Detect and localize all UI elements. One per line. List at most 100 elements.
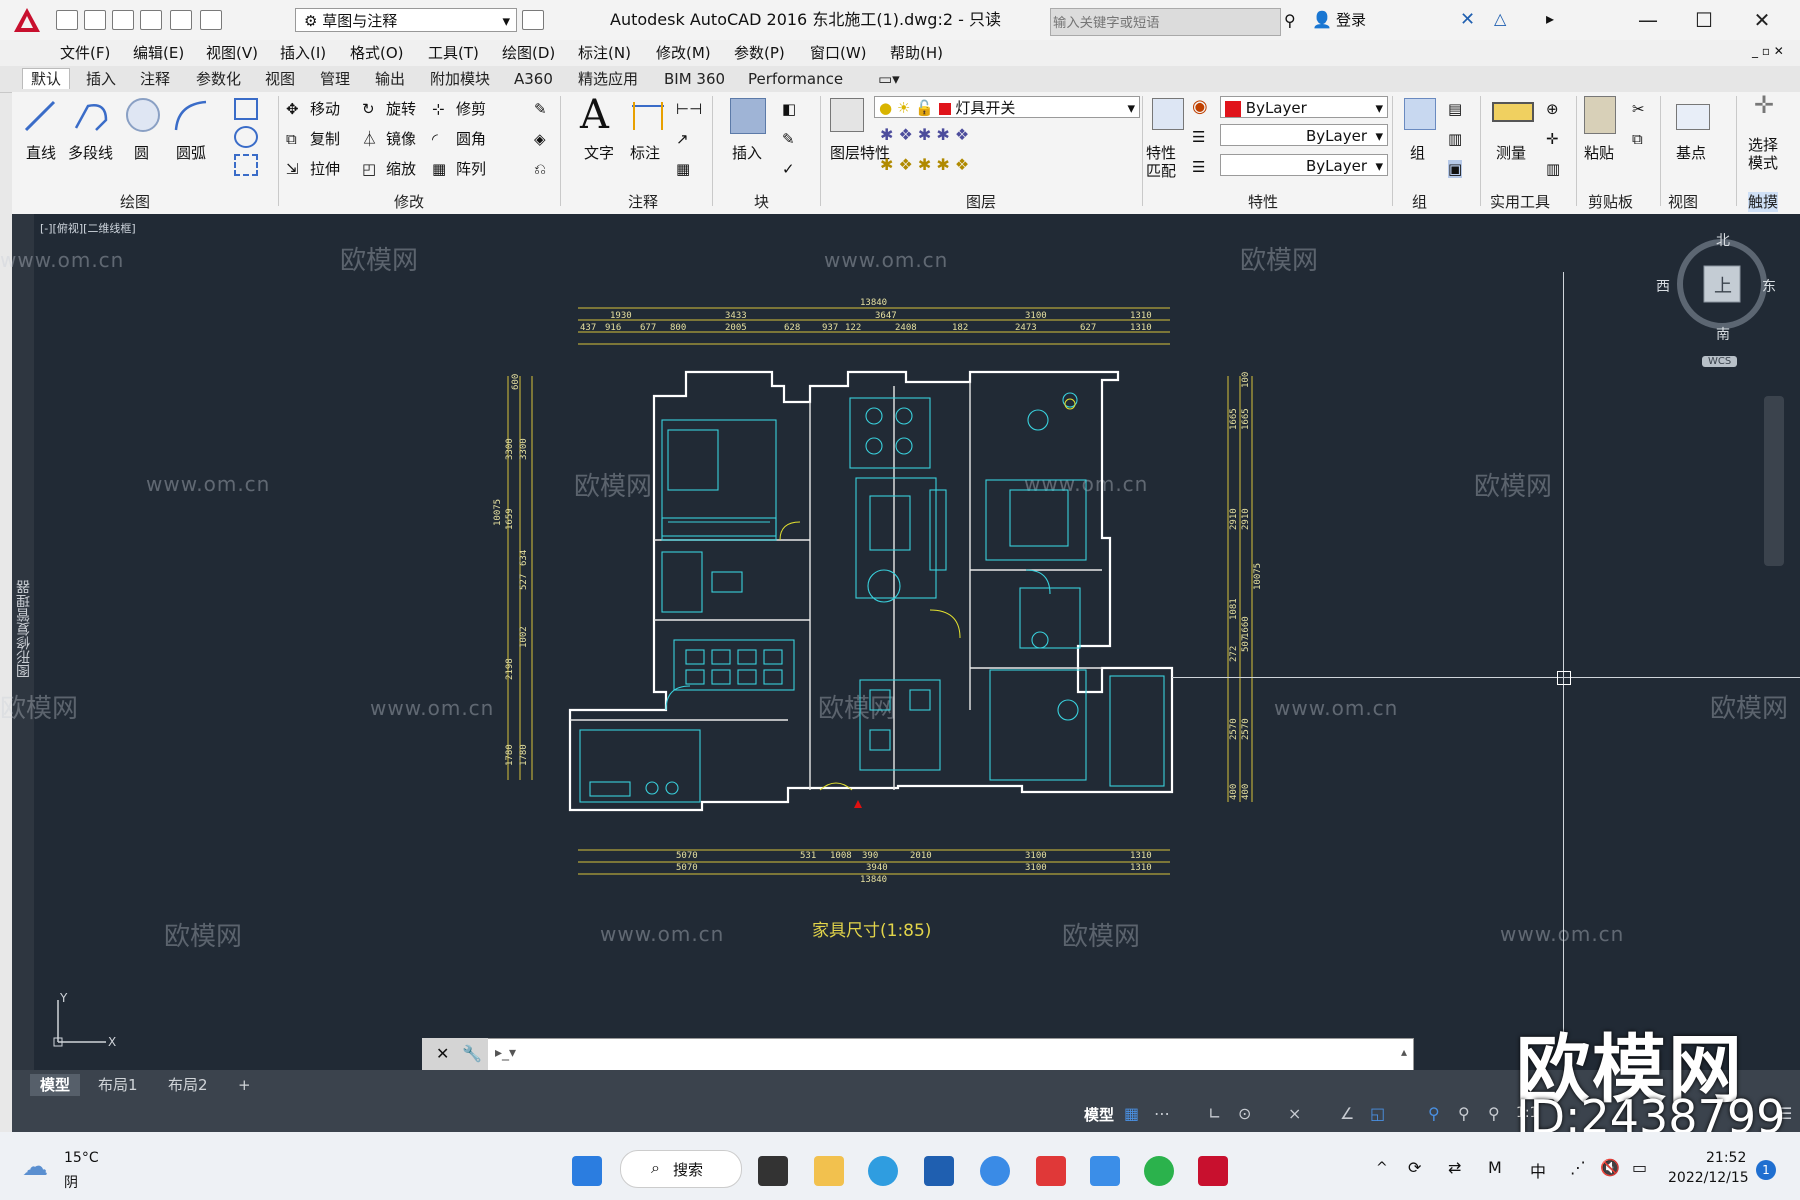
compass-east[interactable]: 东 [1762,276,1776,296]
copy-clip-icon[interactable]: ⧉ [1632,130,1643,148]
rotate-tool-label[interactable]: 旋转 [386,100,416,118]
dimension-tool-label[interactable]: 标注 [630,144,660,162]
measure-tool-label[interactable]: 测量 [1496,144,1526,162]
tab-view[interactable]: 视图 [265,69,295,89]
command-history-icon[interactable]: ▴ [1401,1045,1407,1059]
autoscale-icon[interactable]: ⚲ [1458,1104,1470,1123]
ortho-icon[interactable]: ∟ [1208,1104,1221,1123]
polar-icon[interactable]: ⊙ [1238,1104,1251,1123]
navigation-bar[interactable] [1764,396,1784,566]
color-wheel-icon[interactable]: ◉ [1192,98,1208,116]
compass-west[interactable]: 西 [1656,276,1670,296]
minimize-button[interactable]: — [1628,6,1668,34]
wifi-icon[interactable]: ⋰ [1570,1158,1586,1177]
leader-icon[interactable]: ↗ [676,130,689,148]
color-dropdown[interactable]: ByLayer ▾ [1220,96,1388,118]
login-link[interactable]: 登录 [1336,8,1366,32]
undo-icon[interactable] [200,10,222,30]
linetype-dropdown[interactable]: ByLayer ▾ [1220,124,1388,146]
paste-icon[interactable] [1584,96,1616,134]
menu-tools[interactable]: 工具(T) [428,43,479,63]
workspace-dropdown[interactable]: ⚙ 草图与注释 ▾ [295,8,517,32]
tab-model[interactable]: 模型 [30,1074,81,1096]
edge-icon[interactable] [868,1156,898,1186]
create-block-icon[interactable]: ◧ [782,100,796,118]
match-properties-icon[interactable] [1152,98,1184,130]
select-mode-label[interactable]: 选择模式 [1748,136,1782,172]
quick-select-icon[interactable]: ⊕ [1546,100,1559,118]
text-icon[interactable]: A [580,94,609,136]
cut-icon[interactable]: ✂ [1632,100,1645,118]
copy-tool-label[interactable]: 复制 [310,130,340,148]
insert-block-icon[interactable] [730,98,766,134]
tab-addins[interactable]: 附加模块 [430,69,490,89]
base-point-icon[interactable] [1676,104,1710,130]
weather-temperature[interactable]: 15°C [64,1150,99,1166]
panel-clipboard-title[interactable]: 剪贴板 [1588,192,1633,212]
boundary-icon[interactable] [234,154,258,176]
autocad-taskbar-icon[interactable] [1198,1156,1228,1186]
layer-tools-icons[interactable]: ✱ ❖ ✱ ✱ ❖ [880,126,969,144]
task-view-icon[interactable] [758,1156,788,1186]
menu-insert[interactable]: 插入(I) [280,43,326,63]
file-explorer-icon[interactable] [814,1156,844,1186]
panel-annotation-title[interactable]: 注释 [628,192,658,212]
share-icon[interactable] [522,10,544,30]
osnap-icon[interactable]: ⨯ [1288,1104,1301,1123]
tab-manage[interactable]: 管理 [320,69,350,89]
dimension-icon[interactable] [630,100,666,134]
tab-annotate[interactable]: 注释 [140,69,170,89]
panel-groups-title[interactable]: 组 [1412,192,1427,212]
line-icon[interactable] [22,98,58,134]
plot-icon[interactable] [170,10,192,30]
network-tray-icon[interactable]: ⇄ [1448,1158,1461,1177]
tab-output[interactable]: 输出 [375,69,405,89]
app-tray-icon[interactable]: M [1488,1158,1502,1177]
array-tool-label[interactable]: 阵列 [456,160,486,178]
menu-format[interactable]: 格式(O) [350,43,404,63]
mirror-tool-label[interactable]: 镜像 [386,130,416,148]
maximize-button[interactable]: ☐ [1684,6,1724,34]
paste-tool-label[interactable]: 粘贴 [1584,144,1614,162]
panel-view-title[interactable]: 视图 [1668,192,1698,212]
tab-default[interactable]: 默认 [22,68,71,89]
tab-bim360[interactable]: BIM 360 [664,69,725,89]
move-tool-label[interactable]: 移动 [310,100,340,118]
sync-icon[interactable]: ⟳ [1408,1158,1421,1177]
taskbar-search[interactable]: ⌕ 搜索 [620,1150,742,1188]
menu-window[interactable]: 窗口(W) [810,43,867,63]
tab-layout1[interactable]: 布局1 [88,1074,148,1096]
text-tool-label[interactable]: 文字 [584,144,614,162]
polyline-tool-label[interactable]: 多段线 [68,144,113,162]
clock-time[interactable]: 21:52 [1706,1150,1746,1166]
status-model-space[interactable]: 模型 [1084,1104,1114,1125]
save-icon[interactable] [112,10,134,30]
match-properties-label[interactable]: 特性匹配 [1146,144,1182,180]
rectangle-icon[interactable] [234,98,258,120]
notification-badge-icon[interactable]: 1 [1756,1160,1776,1180]
circle-tool-label[interactable]: 圆 [134,144,149,162]
point-icon[interactable]: ✛ [1546,130,1559,148]
linear-dim-icon[interactable]: ⊢⊣ [676,100,702,118]
save-as-icon[interactable] [140,10,162,30]
annotation-scale-icon[interactable]: ⚲ [1488,1104,1500,1123]
menu-draw[interactable]: 绘图(D) [502,43,555,63]
group-edit-icon[interactable]: ▥ [1448,130,1462,148]
viewport-controls[interactable]: [-][俯视][二维线框] [40,220,136,236]
menu-dimension[interactable]: 标注(N) [578,43,631,63]
binoculars-icon[interactable]: ⚲ [1284,11,1302,30]
search-input[interactable] [1050,8,1281,36]
panel-layers-title[interactable]: 图层 [966,192,996,212]
panel-properties-title[interactable]: 特性 [1248,192,1278,212]
hatch-icon[interactable] [234,126,258,148]
huawei-icon[interactable] [1036,1156,1066,1186]
table-icon[interactable]: ▦ [676,160,690,178]
layer-state-icons[interactable]: ✱ ❖ ✱ ✱ ❖ [880,156,969,174]
menu-parametric[interactable]: 参数(P) [734,43,785,63]
help-icon[interactable]: ▸ [1546,9,1554,28]
group-icon[interactable] [1404,98,1436,130]
circle-icon[interactable] [124,96,162,134]
snap-icon[interactable]: ⋯ [1154,1104,1170,1123]
tab-featured-apps[interactable]: 精选应用 [578,69,638,89]
menu-help[interactable]: 帮助(H) [890,43,943,63]
